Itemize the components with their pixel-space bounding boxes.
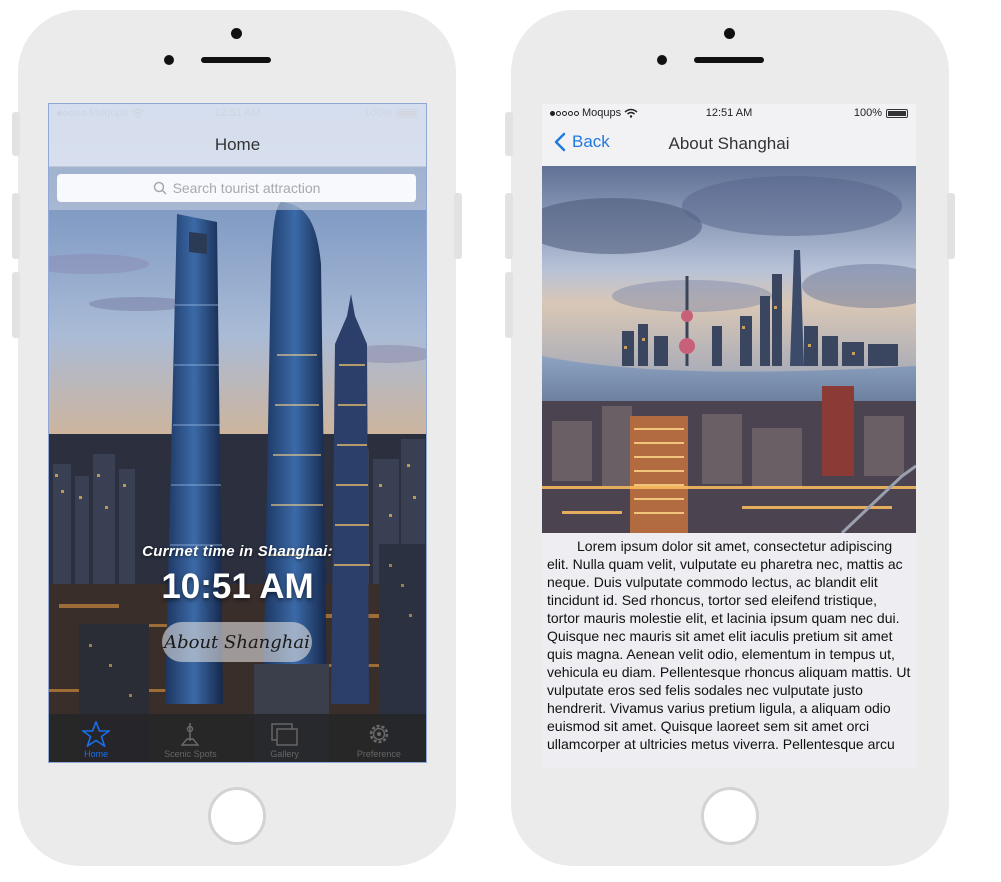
page-title: Home	[214, 135, 261, 154]
tab-label: Preference	[356, 749, 401, 759]
page-title: About Shanghai	[668, 134, 790, 153]
mute-switch	[12, 112, 20, 156]
star-icon	[82, 721, 111, 747]
tab-gallery[interactable]: Gallery	[238, 714, 332, 762]
power-button	[947, 193, 955, 259]
volume-up-button	[12, 193, 20, 259]
battery-group: 100%	[854, 107, 908, 119]
search-input[interactable]: Search tourist attraction	[57, 174, 416, 202]
proximity-sensor	[164, 55, 174, 65]
home-screen: Moqups 12:51 AM 100% Home	[48, 103, 427, 763]
tab-bar: Home Scenic Spots Gallery Preference	[49, 714, 426, 762]
tab-label: Gallery	[270, 749, 299, 759]
tab-label: Scenic Spots	[164, 749, 217, 759]
volume-down-button	[505, 272, 513, 338]
current-time-value: 10:51 AM	[161, 567, 314, 606]
navigation-bar: Back About Shanghai	[542, 122, 916, 166]
home-button[interactable]	[701, 787, 759, 845]
battery-icon	[886, 108, 908, 118]
tab-home[interactable]: Home	[49, 714, 143, 762]
shanghai-skyline-photo	[542, 166, 916, 533]
volume-up-button	[505, 193, 513, 259]
mute-switch	[505, 112, 513, 156]
about-screen: Moqups 12:51 AM 100% Back About Shanghai…	[542, 104, 916, 768]
search-icon	[153, 181, 167, 195]
tab-preference[interactable]: Preference	[332, 714, 426, 762]
front-camera	[724, 28, 735, 39]
status-bar: Moqups 12:51 AM 100%	[542, 104, 916, 122]
monument-icon	[180, 723, 200, 746]
gear-icon	[369, 724, 389, 744]
volume-down-button	[12, 272, 20, 338]
home-button[interactable]	[208, 787, 266, 845]
current-time-label: Currnet time in Shanghai:	[142, 543, 333, 560]
earpiece-speaker	[694, 57, 764, 63]
gallery-icon	[270, 723, 298, 746]
phone-frame-about: Moqups 12:51 AM 100% Back About Shanghai…	[505, 10, 955, 866]
proximity-sensor	[657, 55, 667, 65]
tab-label: Home	[84, 749, 109, 759]
power-button	[454, 193, 462, 259]
search-bar: Search tourist attraction	[49, 166, 426, 210]
navigation-bar: Home	[49, 104, 426, 167]
search-placeholder: Search tourist attraction	[172, 180, 321, 196]
phone-frame-home: Moqups 12:51 AM 100% Home	[12, 10, 462, 866]
front-camera	[231, 28, 242, 39]
about-shanghai-button[interactable]: About Shanghai	[162, 622, 312, 662]
tab-scenic-spots[interactable]: Scenic Spots	[143, 714, 237, 762]
earpiece-speaker	[201, 57, 271, 63]
about-body-text: Lorem ipsum dolor sit amet, consectetur …	[547, 538, 911, 752]
battery-percent: 100%	[853, 107, 882, 119]
